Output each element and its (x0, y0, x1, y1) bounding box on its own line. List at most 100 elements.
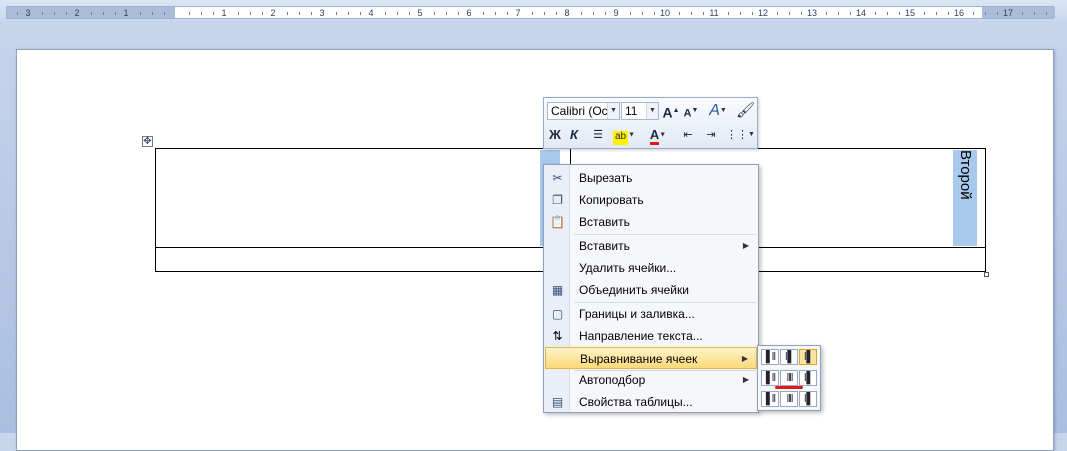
ruler-tick (152, 12, 153, 15)
ruler-tick (409, 12, 410, 15)
center-align-icon[interactable]: ☰ (589, 125, 607, 145)
ruler-tick (507, 12, 508, 15)
ruler-tick (66, 12, 67, 15)
ruler-tick (838, 12, 839, 15)
ruler-tick (924, 12, 925, 15)
align-bottom-right-icon[interactable]: ‖▌ (799, 391, 817, 407)
align-top-left-icon[interactable]: ▌‖ (761, 349, 779, 365)
ruler-tick (691, 12, 692, 15)
ruler-tick (140, 12, 141, 15)
menu-item-insert[interactable]: Вставить ▶ (545, 235, 757, 257)
ruler-number: 2 (74, 8, 80, 18)
ruler-tick (605, 12, 606, 15)
align-top-center-icon[interactable]: ‖▌ (780, 349, 798, 365)
ruler-strip[interactable]: 3 2 1 1 2 3 4 5 6 7 8 9 10 11 12 13 14 15 16 17 (6, 6, 1055, 19)
align-middle-left-icon[interactable]: ▌‖ (761, 370, 779, 386)
shrink-font-button[interactable]: A▼ (682, 101, 700, 121)
ruler-tick (115, 12, 116, 15)
ruler-number: 12 (757, 8, 769, 18)
align-middle-right-icon[interactable]: ‖▌ (799, 370, 817, 386)
table-move-handle-icon[interactable]: ✥ (142, 136, 153, 147)
align-bottom-center-icon[interactable]: ‖‖ (780, 391, 798, 407)
ruler-number: 3 (25, 8, 31, 18)
ruler-tick (103, 12, 104, 15)
ruler-number: 8 (564, 8, 570, 18)
ruler-tick (213, 12, 214, 15)
highlight-button[interactable]: ab ▼ (610, 125, 638, 145)
menu-item-autofit[interactable]: Автоподбор ▶ (545, 369, 757, 391)
ruler-tick (581, 12, 582, 15)
menu-item-cell-alignment[interactable]: Выравнивание ячеек ▶ (545, 347, 757, 369)
ruler-tick (556, 12, 557, 15)
ruler-tick (679, 12, 680, 15)
table-resize-handle[interactable] (984, 272, 989, 277)
ruler-tick (740, 12, 741, 15)
ruler-tick (654, 12, 655, 15)
ruler-tick (997, 12, 998, 15)
ruler-tick (703, 12, 704, 15)
ruler-tick (262, 12, 263, 15)
ruler-tick (360, 12, 361, 15)
ruler-tick (385, 12, 386, 15)
styles-button[interactable]: A▼ (704, 101, 732, 121)
chevron-down-icon[interactable]: ▼ (646, 103, 658, 119)
ruler-tick (495, 12, 496, 15)
align-top-right-icon[interactable]: ‖▌ (799, 349, 817, 365)
grow-font-button[interactable]: A▲ (662, 101, 680, 121)
context-menu: ✂ Вырезать ❐ Копировать 📋 Вставить Встав… (543, 164, 759, 413)
menu-item-cut[interactable]: ✂ Вырезать (545, 167, 757, 189)
menu-item-copy[interactable]: ❐ Копировать (545, 189, 757, 211)
chevron-right-icon: ▶ (741, 354, 748, 363)
font-size-combo[interactable]: 11 ▼ (621, 102, 659, 120)
ruler-tick (752, 12, 753, 15)
menu-item-table-properties[interactable]: ▤ Свойства таблицы... (545, 391, 757, 413)
cell-alignment-submenu: ▌‖ ‖▌ ‖▌ ▌‖ ‖‖ ‖▌ ▌‖ ‖‖ ‖▌ (757, 345, 821, 411)
ruler-tick (17, 12, 18, 15)
ruler-tick (250, 12, 251, 15)
ruler-tick (287, 12, 288, 15)
copy-icon: ❐ (552, 193, 563, 207)
menu-item-merge-cells[interactable]: ▦ Объединить ячейки (545, 279, 757, 301)
menu-item-paste[interactable]: 📋 Вставить (545, 211, 757, 233)
table-cell-shaded-right[interactable]: Второй (953, 150, 977, 246)
bold-button[interactable]: Ж (547, 125, 563, 145)
ruler-tick (948, 12, 949, 15)
font-name-combo[interactable]: Calibri (Осн ▼ (547, 102, 620, 120)
ruler-number: 13 (806, 8, 818, 18)
borders-icon: ▢ (551, 307, 564, 321)
ruler-number: 2 (270, 8, 276, 18)
align-middle-center-icon[interactable]: ‖‖ (780, 370, 798, 386)
ruler-tick (91, 12, 92, 15)
chevron-down-icon[interactable]: ▼ (607, 103, 619, 119)
font-color-button[interactable]: A▼ (644, 125, 672, 145)
align-bottom-left-icon[interactable]: ▌‖ (761, 391, 779, 407)
ruler-tick (189, 12, 190, 15)
ruler-tick (1034, 12, 1035, 15)
ruler-tick (875, 12, 876, 15)
menu-item-delete-cells[interactable]: Удалить ячейки... (545, 257, 757, 279)
ruler-number: 7 (515, 8, 521, 18)
ruler-number: 16 (953, 8, 965, 18)
font-size-value: 11 (625, 104, 638, 118)
bullets-icon[interactable]: ⋮⋮▼ (726, 125, 755, 145)
ruler-tick (728, 12, 729, 15)
cell-vertical-text: Второй (957, 150, 974, 200)
ruler-tick (985, 12, 986, 15)
ruler-tick (446, 12, 447, 15)
ruler-tick (801, 12, 802, 15)
menu-item-text-direction[interactable]: ⇅ Направление текста... (545, 325, 757, 347)
ruler-number: 5 (417, 8, 423, 18)
chevron-right-icon: ▶ (742, 241, 749, 250)
ruler-tick (593, 12, 594, 15)
format-painter-icon[interactable]: 🖌 (736, 101, 755, 121)
ruler-right-margin (982, 7, 1055, 18)
ruler-number: 1 (221, 8, 227, 18)
ruler-number: 6 (466, 8, 472, 18)
menu-item-borders-shading[interactable]: ▢ Границы и заливка... (545, 303, 757, 325)
decrease-indent-icon[interactable]: ⇤ (679, 125, 697, 145)
italic-button[interactable]: К (566, 125, 582, 145)
mini-toolbar: Calibri (Осн ▼ 11 ▼ A▲ A▼ A▼ 🖌 Ж К ☰ ab ▼… (543, 97, 758, 149)
ruler-tick (483, 12, 484, 15)
horizontal-ruler[interactable]: 3 2 1 1 2 3 4 5 6 7 8 9 10 11 12 13 14 15 16 17 (0, 0, 1067, 22)
increase-indent-icon[interactable]: ⇥ (702, 125, 720, 145)
